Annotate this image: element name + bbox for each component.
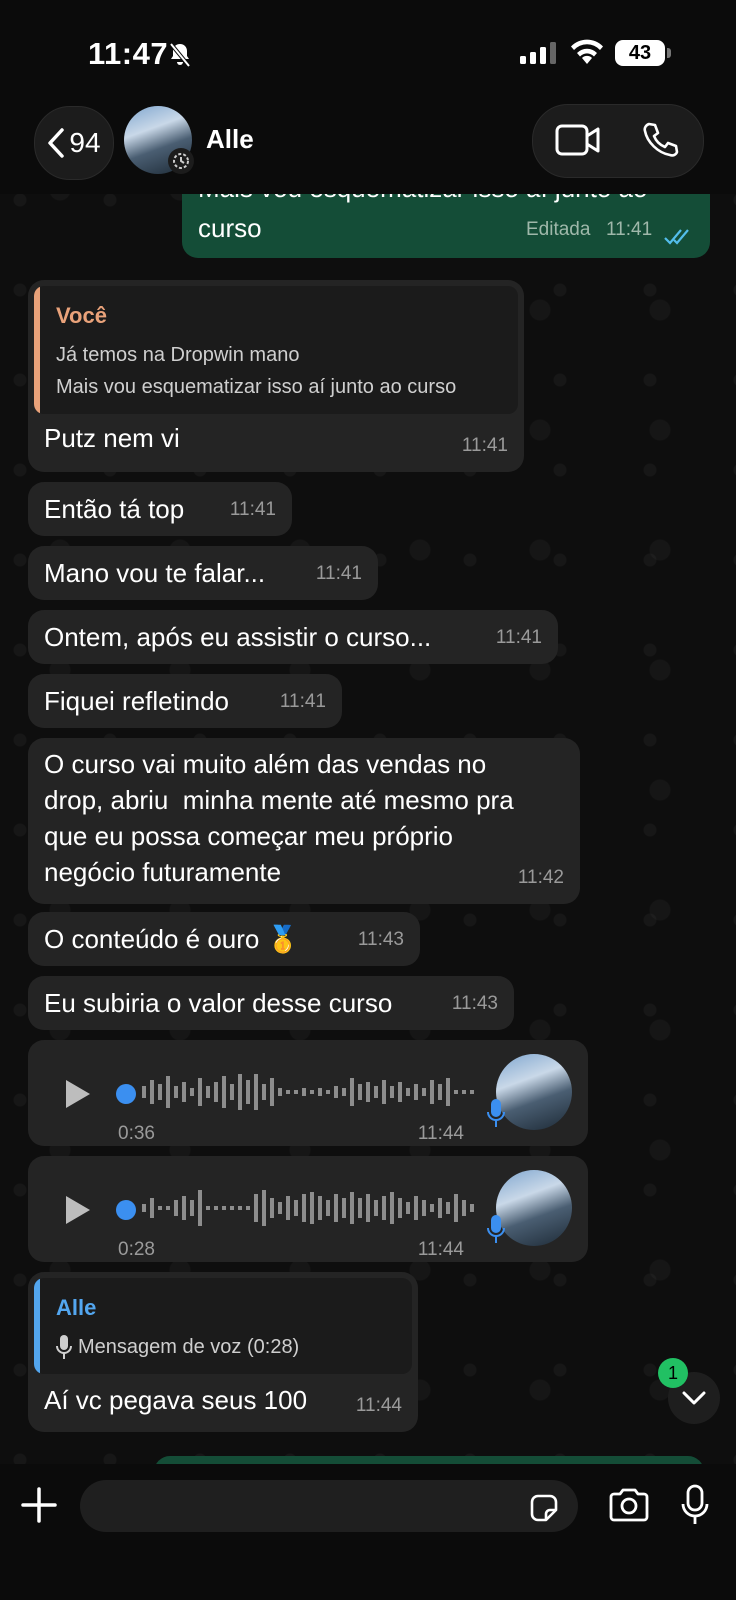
message-text: Mano vou te falar... (44, 558, 266, 588)
contact-name[interactable]: Alle (206, 124, 254, 155)
quote-accent-bar (34, 1278, 40, 1374)
wifi-icon (571, 39, 603, 64)
message-text-line: que eu possa começar meu próprio (44, 821, 454, 851)
message-text: curso (198, 213, 262, 243)
message-time: 11:44 (355, 1395, 402, 1416)
back-button[interactable]: 94 (34, 106, 114, 180)
message-text-line: O curso vai muito além das vendas no (44, 749, 487, 779)
message-bubble-incoming[interactable]: Eu subiria o valor desse curso 11:43 (28, 976, 514, 1030)
play-icon[interactable] (64, 1078, 92, 1110)
sender-avatar (496, 1170, 572, 1246)
quote-text: Mensagem de voz (0:28) (78, 1336, 300, 1358)
message-bubble-incoming[interactable]: Alle Mensagem de voz (0:28) Aí vc pegava… (28, 1272, 418, 1432)
message-text-line: negócio futuramente (44, 857, 282, 887)
battery-indicator: 43 (615, 40, 665, 66)
voice-duration: 0:36 (118, 1123, 155, 1144)
quote-accent-bar (34, 286, 40, 414)
call-actions (532, 104, 704, 178)
playback-position-dot[interactable] (116, 1200, 136, 1220)
playback-position-dot[interactable] (116, 1084, 136, 1104)
message-bubble-incoming[interactable]: Mano vou te falar... 11:41 (28, 546, 378, 600)
waveform[interactable] (140, 1070, 490, 1114)
edited-label: Editada (526, 219, 591, 240)
cellular-signal-icon (520, 42, 556, 64)
voice-message[interactable]: 0:28 11:44 (28, 1156, 588, 1262)
quote-author: Você (56, 303, 107, 328)
phone-call-icon[interactable] (641, 121, 679, 159)
plus-icon[interactable] (20, 1486, 58, 1524)
microphone-icon[interactable] (680, 1484, 710, 1526)
quote-author: Alle (56, 1295, 97, 1320)
waveform[interactable] (140, 1186, 490, 1230)
camera-icon[interactable] (608, 1488, 650, 1522)
message-time: 11:41 (495, 627, 542, 648)
quote-text: Já temos na Dropwin mano (56, 344, 300, 366)
play-icon[interactable] (64, 1194, 92, 1226)
message-bubble-incoming[interactable]: Ontem, após eu assistir o curso... 11:41 (28, 610, 558, 664)
message-text: Fiquei refletindo (44, 686, 229, 716)
voice-message[interactable]: 0:36 11:44 (28, 1040, 588, 1146)
message-bubble-incoming[interactable]: Então tá top 11:41 (28, 482, 292, 536)
message-text: O conteúdo é ouro 🥇 (44, 924, 299, 954)
message-text-line: drop, abriu minha mente até mesmo pra (44, 785, 514, 815)
quote-text: Mais vou esquematizar isso aí junto ao c… (56, 376, 457, 398)
message-bubble-incoming[interactable]: O curso vai muito além das vendas no dro… (28, 738, 580, 904)
microphone-icon (487, 1215, 505, 1243)
video-call-icon[interactable] (555, 123, 601, 157)
status-ring-icon (168, 148, 194, 174)
message-time: 11:41 (229, 499, 276, 520)
message-bubble-incoming[interactable]: Você Já temos na Dropwin mano Mais vou e… (28, 280, 524, 472)
unread-chats-count: 94 (69, 127, 101, 158)
message-input[interactable] (80, 1480, 578, 1532)
message-time: 11:41 (315, 563, 362, 584)
message-text: Então tá top (44, 494, 185, 524)
quoted-message[interactable]: Alle Mensagem de voz (0:28) (34, 1278, 412, 1374)
quoted-message[interactable]: Você Já temos na Dropwin mano Mais vou e… (34, 286, 518, 414)
status-bar: 11:47 43 (0, 0, 736, 100)
message-time: 11:42 (517, 867, 564, 888)
sender-avatar (496, 1054, 572, 1130)
status-time: 11:47 (88, 36, 169, 71)
message-text: Ontem, após eu assistir o curso... (44, 622, 432, 652)
chevron-left-icon (48, 128, 65, 158)
message-time: 11:43 (451, 993, 498, 1014)
double-check-read-icon (664, 229, 689, 245)
battery-tip (667, 48, 671, 58)
microphone-icon (56, 1335, 72, 1359)
voice-duration: 0:28 (118, 1239, 155, 1260)
message-text: Eu subiria o valor desse curso (44, 988, 393, 1018)
message-time: 11:41 (461, 435, 508, 456)
message-time: 11:43 (357, 929, 404, 950)
chat-header: 94 Alle (0, 100, 736, 194)
bell-muted-icon (169, 42, 191, 68)
message-text: Aí vc pegava seus 100 (44, 1385, 308, 1415)
chevron-down-icon (682, 1391, 706, 1405)
unread-badge: 1 (658, 1358, 688, 1388)
message-text: Putz nem vi (44, 423, 180, 453)
message-time: 11:44 (417, 1123, 464, 1144)
microphone-icon (487, 1099, 505, 1127)
sticker-icon[interactable] (528, 1492, 560, 1524)
message-time: 11:41 (606, 219, 653, 240)
message-time: 11:44 (417, 1239, 464, 1260)
message-bubble-incoming[interactable]: Fiquei refletindo 11:41 (28, 674, 342, 728)
message-bubble-incoming[interactable]: O conteúdo é ouro 🥇 11:43 (28, 912, 420, 966)
message-composer (0, 1464, 736, 1600)
message-time: 11:41 (279, 691, 326, 712)
